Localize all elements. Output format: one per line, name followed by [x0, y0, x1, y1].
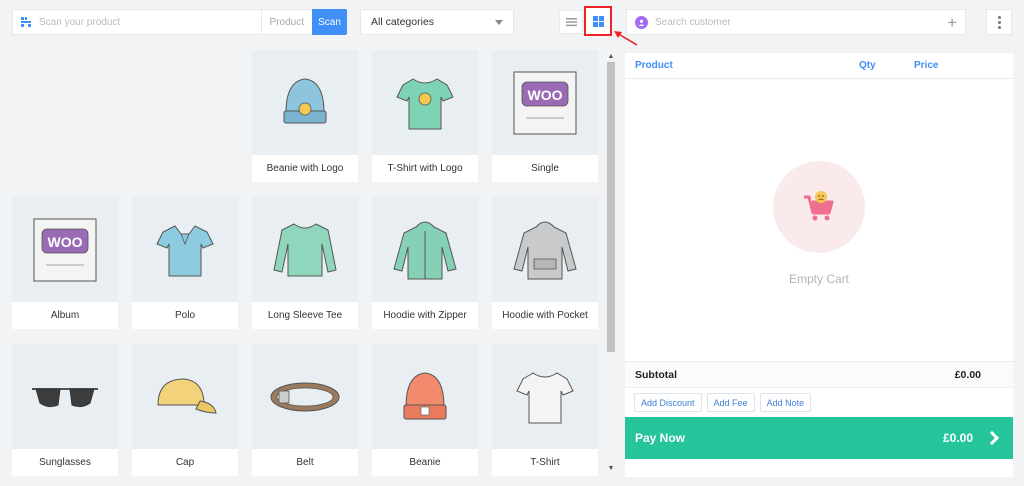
cart-col-qty: Qty — [859, 60, 876, 71]
user-icon — [635, 15, 648, 29]
product-name: T-Shirt — [492, 449, 598, 476]
cart-body: Empty Cart — [625, 79, 1013, 361]
cart-col-price: Price — [914, 60, 939, 71]
add-discount-button[interactable]: Add Discount — [634, 393, 702, 412]
scroll-up-icon[interactable]: ▲ — [607, 52, 615, 60]
product-image — [252, 344, 358, 449]
add-fee-button[interactable]: Add Fee — [706, 393, 755, 412]
product-image — [372, 344, 478, 449]
more-options-button[interactable] — [986, 9, 1012, 35]
product-card[interactable]: Beanie with Logo — [252, 50, 358, 182]
scan-button[interactable]: Scan — [312, 9, 347, 35]
list-icon — [565, 18, 577, 27]
product-mode-tag[interactable]: Product — [260, 10, 312, 34]
svg-text:WOO: WOO — [48, 234, 83, 250]
product-image — [372, 50, 478, 155]
product-image: WOO — [492, 50, 598, 155]
pay-now-amount: £0.00 — [942, 431, 973, 445]
product-card[interactable]: WOO Single — [492, 50, 598, 182]
add-note-button[interactable]: Add Note — [759, 393, 812, 412]
product-card[interactable]: Hoodie with Zipper — [372, 197, 478, 329]
subtotal-label: Subtotal — [635, 368, 677, 381]
product-image — [492, 344, 598, 449]
product-image — [492, 197, 598, 302]
cart-header: Product Qty Price — [625, 53, 1013, 79]
list-view-button[interactable] — [559, 10, 583, 34]
grid-view-button[interactable] — [584, 6, 612, 36]
cart-actions: Add Discount Add Fee Add Note — [625, 387, 1013, 417]
sad-cart-icon — [804, 191, 834, 221]
product-card[interactable]: Hoodie with Pocket — [492, 197, 598, 329]
customer-search-box: + — [626, 9, 966, 35]
product-grid: Beanie with Logo T-Shirt with Logo WOO Sing… — [0, 50, 604, 486]
subtotal-row: Subtotal £0.00 — [625, 361, 1013, 387]
product-name: Sunglasses — [12, 449, 118, 476]
product-name: Cap — [132, 449, 238, 476]
barcode-icon — [13, 10, 39, 34]
pay-now-label: Pay Now — [635, 431, 686, 445]
product-name: Belt — [252, 449, 358, 476]
chevron-right-icon — [984, 430, 1000, 446]
product-name: Beanie with Logo — [252, 155, 358, 182]
product-name: Hoodie with Pocket — [492, 302, 598, 329]
product-card[interactable]: Sunglasses — [12, 344, 118, 476]
scroll-thumb[interactable] — [607, 62, 615, 352]
category-select[interactable]: All categories — [360, 9, 514, 35]
product-card[interactable]: Belt — [252, 344, 358, 476]
product-name: Single — [492, 155, 598, 182]
product-image — [132, 197, 238, 302]
empty-cart-illustration — [773, 161, 865, 253]
customer-search-input[interactable] — [655, 16, 948, 28]
product-image — [252, 197, 358, 302]
product-card[interactable]: Long Sleeve Tee — [252, 197, 358, 329]
product-card[interactable]: Beanie — [372, 344, 478, 476]
add-customer-icon[interactable]: + — [947, 14, 957, 31]
product-card[interactable]: Polo — [132, 197, 238, 329]
pay-now-button[interactable]: Pay Now £0.00 — [625, 417, 1013, 459]
product-name: Hoodie with Zipper — [372, 302, 478, 329]
product-image: WOO — [12, 197, 118, 302]
product-card[interactable]: Cap — [132, 344, 238, 476]
product-image — [252, 50, 358, 155]
product-name: Album — [12, 302, 118, 329]
product-card[interactable]: WOO Album — [12, 197, 118, 329]
scroll-down-icon[interactable]: ▼ — [607, 464, 615, 472]
product-image — [372, 197, 478, 302]
chevron-down-icon — [495, 19, 503, 25]
scan-box: Product Scan — [12, 9, 347, 35]
grid-icon — [592, 15, 604, 27]
cart-panel: Product Qty Price Empty Cart Subtotal £0… — [625, 53, 1013, 477]
product-grid-scrollbar[interactable]: ▲ ▼ — [605, 50, 617, 476]
product-card[interactable]: T-Shirt — [492, 344, 598, 476]
scan-product-input[interactable] — [39, 11, 261, 33]
product-image — [12, 344, 118, 449]
product-card[interactable]: T-Shirt with Logo — [372, 50, 478, 182]
product-name: Beanie — [372, 449, 478, 476]
product-name: T-Shirt with Logo — [372, 155, 478, 182]
empty-cart-text: Empty Cart — [788, 272, 849, 286]
subtotal-value: £0.00 — [954, 368, 981, 381]
product-image — [132, 344, 238, 449]
svg-text:WOO: WOO — [528, 87, 563, 103]
category-selected-value: All categories — [371, 16, 435, 28]
product-name: Polo — [132, 302, 238, 329]
product-name: Long Sleeve Tee — [252, 302, 358, 329]
cart-col-product: Product — [635, 60, 673, 71]
more-dots-icon — [997, 15, 1001, 19]
